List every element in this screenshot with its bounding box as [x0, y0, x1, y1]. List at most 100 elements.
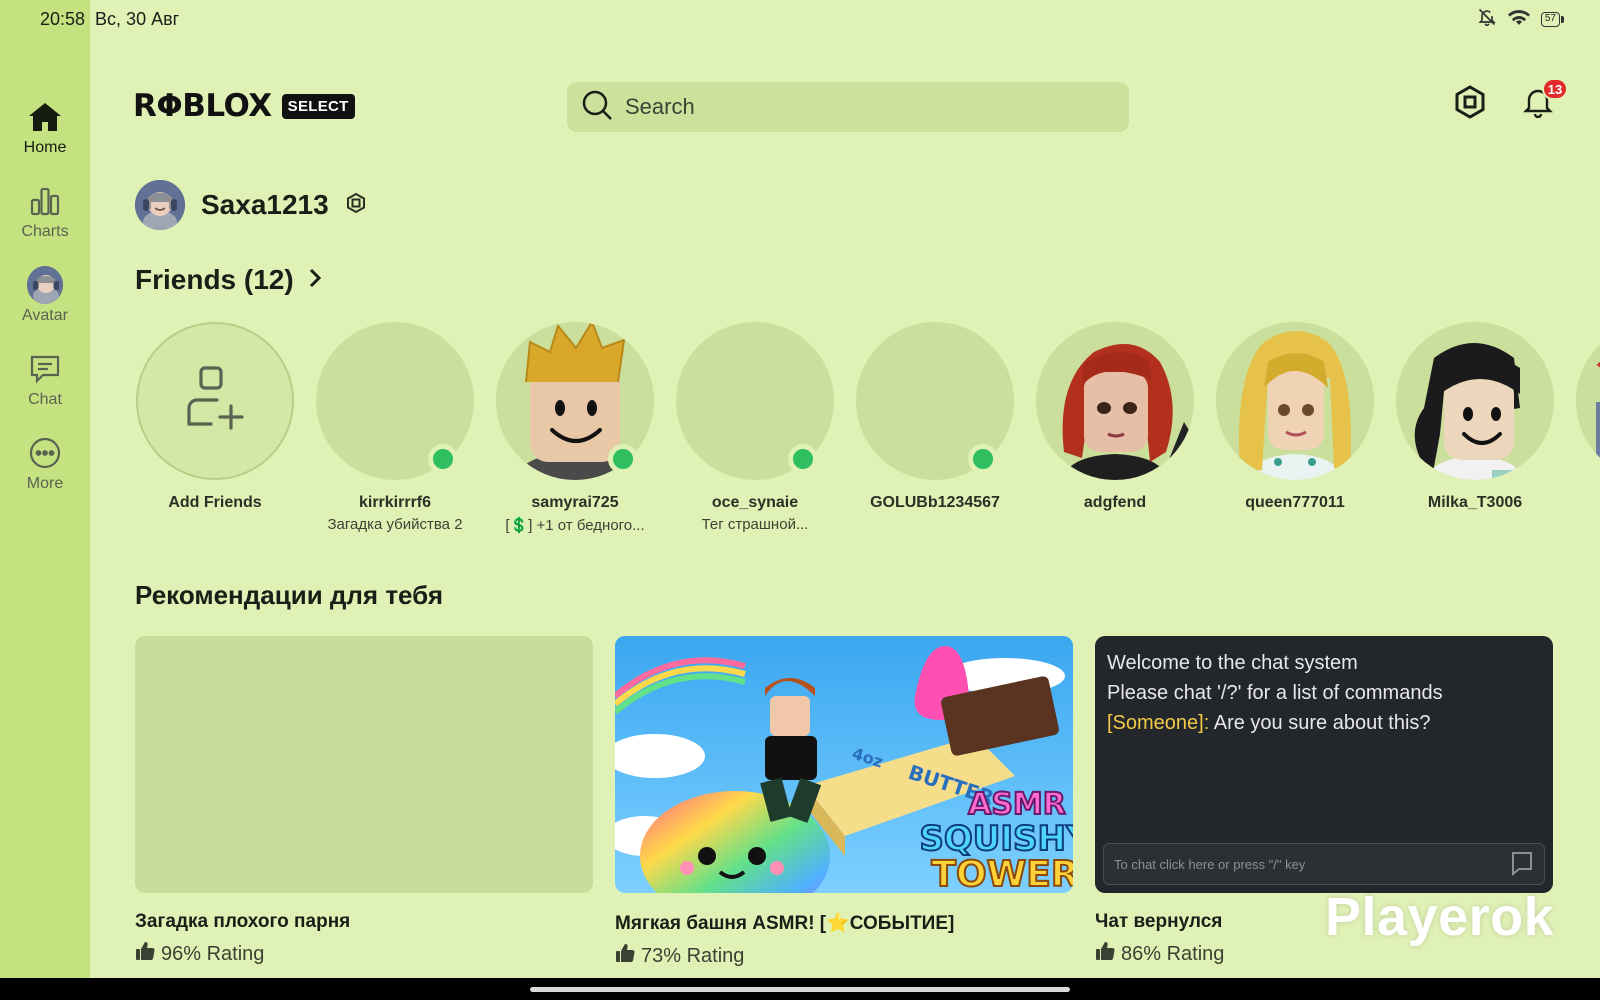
header: RΦBLOX SELECT Search 13	[133, 78, 1568, 134]
status-time: 20:58	[40, 8, 86, 29]
logo-badge: SELECT	[281, 93, 355, 119]
friend-name: Add Friends	[168, 494, 262, 511]
notification-badge: 13	[1542, 78, 1568, 100]
friend-item[interactable]: queen777011	[1215, 322, 1375, 512]
friend-item[interactable]: oce_synaie Тег страшной...	[675, 322, 835, 533]
home-indicator[interactable]	[530, 986, 1070, 992]
notifications-button[interactable]: 13	[1518, 78, 1568, 124]
status-date: Вс, 30 Авг	[95, 8, 180, 29]
add-friends-circle[interactable]	[136, 322, 294, 480]
sidebar-item-chat[interactable]: Chat	[0, 338, 90, 422]
chat-message: Are you sure about this?	[1209, 712, 1431, 734]
logo-text: RΦBLOX	[133, 88, 272, 124]
premium-icon	[345, 192, 367, 219]
sidebar-item-label: Chat	[28, 391, 62, 408]
friend-status[interactable]: Тег страшной...	[702, 516, 809, 533]
game-title: Мягкая башня ASMR! [⭐СОБЫТИЕ]	[615, 913, 955, 934]
add-friends-button[interactable]: Add Friends	[135, 322, 295, 512]
friend-status[interactable]: [💲] +1 от бедного...	[505, 516, 644, 534]
sidebar-nav: Home Charts Avatar Chat More	[0, 86, 90, 506]
battery-level: 57	[1544, 13, 1556, 24]
avatar	[27, 266, 63, 304]
status-icons: 57	[1477, 7, 1565, 32]
friend-item[interactable]: GOLUBb1234567	[855, 322, 1015, 512]
friend-item[interactable]: samyrai725 [💲] +1 от бедного...	[495, 322, 655, 534]
game-thumbnail[interactable]: Welcome to the chat system Please chat '…	[1095, 636, 1553, 893]
roblox-logo[interactable]: RΦBLOX SELECT	[133, 88, 355, 124]
home-icon	[27, 99, 63, 135]
search-input[interactable]: Search	[625, 94, 695, 120]
charts-icon	[27, 183, 63, 219]
sidebar-item-charts[interactable]: Charts	[0, 170, 90, 254]
online-indicator	[608, 444, 638, 474]
status-bar: 20:58 Вс, 30 Авг 57	[0, 0, 1600, 38]
chat-bubble-icon	[1510, 850, 1534, 879]
chat-line: [Someone]: Are you sure about this?	[1107, 708, 1541, 738]
sidebar-item-label: Home	[23, 139, 67, 156]
robux-button[interactable]	[1450, 84, 1490, 124]
game-card[interactable]: 4oz BUTTER ASMR SQUISHY TOWER Мягка	[615, 636, 1073, 969]
friend-name: queen777011	[1245, 494, 1345, 511]
game-card[interactable]: Загадка плохого парня 96% Rating	[135, 636, 593, 967]
friend-name: Milka_T3006	[1427, 494, 1523, 511]
sidebar-item-more[interactable]: More	[0, 422, 90, 506]
friend-name: GOLUBb1234567	[870, 494, 1000, 511]
friend-item[interactable]	[1575, 322, 1600, 480]
wifi-icon	[1507, 7, 1531, 32]
friend-name: kirrkirrrf6	[358, 494, 432, 511]
search-bar[interactable]: Search	[567, 82, 1129, 132]
online-indicator	[428, 444, 458, 474]
sidebar: Home Charts Avatar Chat More	[0, 0, 90, 978]
friend-status[interactable]: Загадка убийства 2	[327, 516, 462, 533]
friend-name: samyrai725	[531, 494, 619, 511]
friend-avatar[interactable]	[1036, 322, 1194, 480]
sidebar-item-label: Avatar	[22, 307, 68, 324]
game-rating: 73% Rating	[615, 943, 1073, 969]
sidebar-item-avatar[interactable]: Avatar	[0, 254, 90, 338]
avatar-icon	[27, 266, 63, 304]
friend-avatar[interactable]	[1396, 322, 1554, 480]
chat-input-preview: To chat click here or press "/" key	[1103, 843, 1545, 885]
friends-header[interactable]: Friends (12)	[135, 264, 322, 296]
tower-label: TOWER	[931, 854, 1073, 893]
friend-name: adgfend	[1083, 494, 1147, 511]
header-actions: 13	[1450, 78, 1568, 124]
game-rating: 96% Rating	[135, 941, 593, 967]
avatar[interactable]	[135, 180, 185, 230]
friend-avatar[interactable]	[1216, 322, 1374, 480]
online-indicator	[788, 444, 818, 474]
rating-text: 96% Rating	[161, 942, 265, 965]
chat-input-placeholder: To chat click here or press "/" key	[1114, 856, 1306, 872]
friend-avatar[interactable]	[1576, 322, 1600, 480]
friend-item[interactable]: kirrkirrrf6 Загадка убийства 2	[315, 322, 475, 533]
search-icon	[581, 89, 613, 126]
add-user-icon	[183, 364, 247, 439]
friend-item[interactable]: Milka_T3006	[1395, 322, 1555, 512]
section-title: Рекомендации для тебя	[135, 580, 444, 610]
profile-username[interactable]: Saxa1213	[201, 189, 329, 221]
friend-name: oce_synaie	[711, 494, 799, 511]
friend-item[interactable]: adgfend	[1035, 322, 1195, 512]
battery-icon: 57	[1540, 11, 1565, 27]
sidebar-item-label: More	[26, 475, 64, 492]
game-thumbnail[interactable]: 4oz BUTTER ASMR SQUISHY TOWER	[615, 636, 1073, 893]
friends-carousel[interactable]: Add Friends kirrkirrrf6 Загадка убийства…	[135, 322, 1600, 542]
chevron-right-icon	[308, 264, 322, 296]
sidebar-item-home[interactable]: Home	[0, 86, 90, 170]
mute-bell-icon	[1477, 7, 1497, 32]
thumbs-up-icon	[615, 943, 635, 969]
chat-line: Welcome to the chat system	[1107, 652, 1358, 674]
more-icon	[27, 435, 63, 471]
game-thumbnail[interactable]	[135, 636, 593, 893]
online-indicator	[968, 444, 998, 474]
rating-text: 73% Rating	[641, 944, 745, 967]
chat-speaker: [Someone]:	[1107, 712, 1210, 734]
friends-title: Friends (12)	[135, 264, 294, 295]
game-title: Загадка плохого парня	[135, 911, 351, 932]
chat-line: Please chat '/?' for a list of commands	[1107, 682, 1443, 704]
squishy-label: SQUISHY	[919, 819, 1073, 859]
profile-header[interactable]: Saxa1213	[135, 180, 367, 230]
asmr-label: ASMR	[968, 787, 1066, 822]
chat-icon	[27, 351, 63, 387]
system-nav-bar	[0, 978, 1600, 1000]
